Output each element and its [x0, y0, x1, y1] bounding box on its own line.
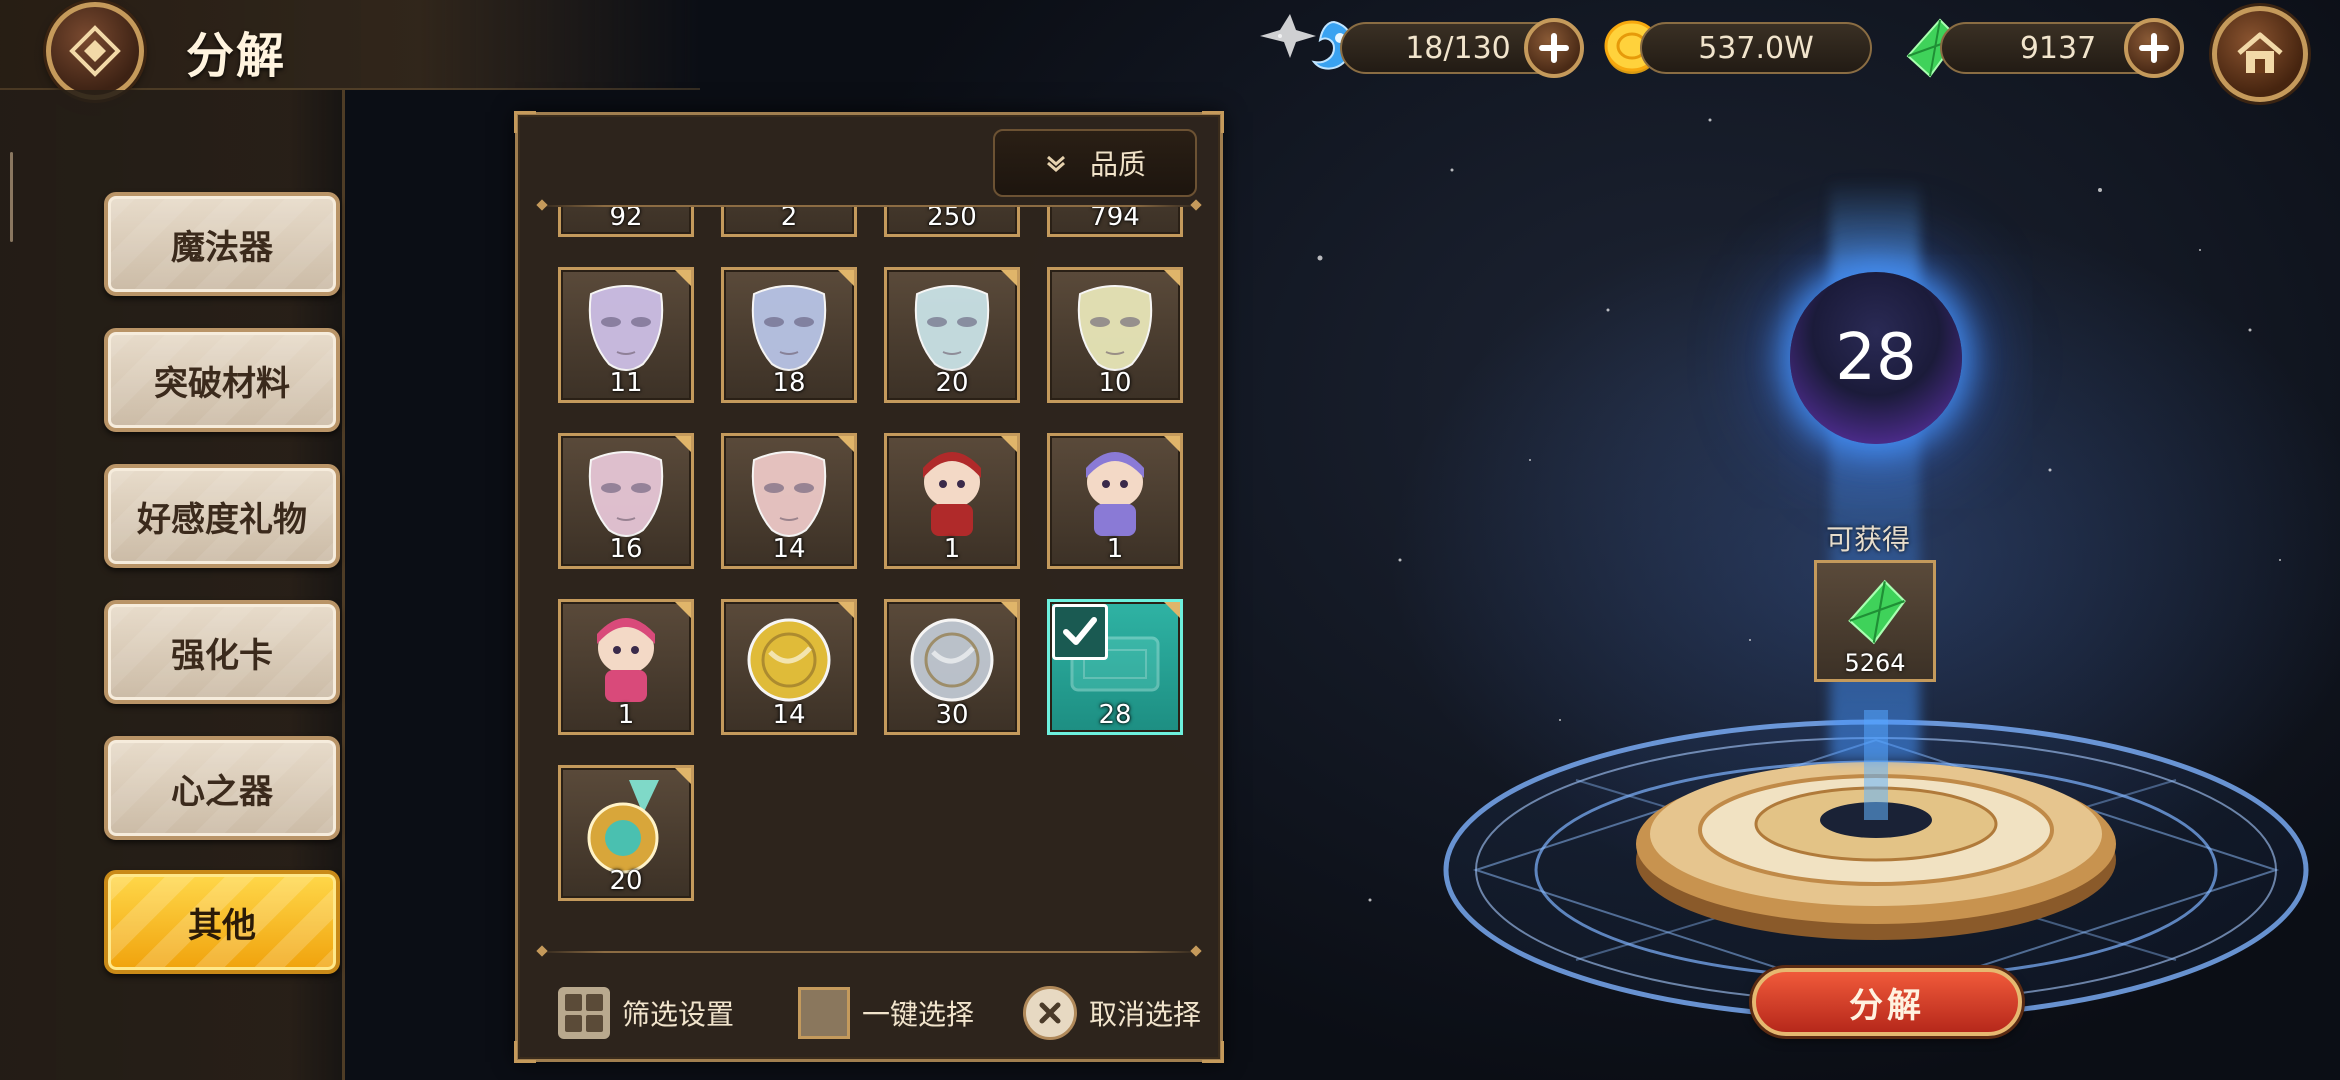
item-count: 20 [935, 368, 969, 398]
category-tab-affection-gifts[interactable]: 好感度礼物 [104, 464, 340, 568]
decompose-button[interactable]: 分解 [1752, 968, 2022, 1036]
panel-corner [1202, 111, 1224, 133]
plus-icon [2139, 33, 2169, 63]
crystal-value: 9137 [2019, 30, 2097, 66]
category-tab-breakthrough-materials[interactable]: 突破材料 [104, 328, 340, 432]
item-count: 794 [1090, 207, 1140, 232]
inventory-item-slot[interactable]: 28 [1047, 599, 1183, 735]
item-grid[interactable]: 92 2 250 794 11 18 20 10 16 14 1 1 1 14 30 28 20 [518, 207, 1220, 1027]
cancel-selection-label: 取消选择 [1089, 998, 1202, 1031]
plus-icon [1539, 33, 1569, 63]
inventory-item-slot[interactable]: 14 [721, 599, 857, 735]
orb-value: 28 [1835, 321, 1917, 395]
obtainable-label: 可获得 [1826, 523, 1911, 556]
cyan-mask-icon [914, 285, 990, 371]
cancel-selection-button[interactable]: 取消选择 [1023, 985, 1201, 1041]
category-tab-heart-tools[interactable]: 心之器 [104, 736, 340, 840]
selected-count-orb: 28 [1790, 272, 1962, 444]
category-label: 心之器 [171, 771, 273, 812]
item-count: 1 [1106, 534, 1124, 564]
inventory-panel: 品质 92 2 250 794 11 18 20 10 16 14 1 1 1 14 30 28 20 … [514, 111, 1224, 1063]
item-count: 11 [609, 368, 643, 398]
inventory-item-slot[interactable]: 1 [1047, 433, 1183, 569]
inventory-item-slot[interactable]: 1 [884, 433, 1020, 569]
item-count: 14 [772, 534, 806, 564]
item-count: 28 [1098, 700, 1132, 730]
filter-settings-label: 筛选设置 [622, 998, 735, 1031]
inventory-item-slot[interactable]: 18 [721, 267, 857, 403]
checkbox-icon [798, 987, 850, 1039]
inventory-item-slot[interactable]: 10 [1047, 267, 1183, 403]
quality-filter-label: 品质 [1089, 148, 1146, 181]
blonde-chibi-figure-icon [597, 618, 655, 702]
pink-mask-icon [588, 451, 664, 537]
partial-item-slot[interactable]: 250 [884, 207, 1020, 237]
inventory-item-slot[interactable]: 30 [884, 599, 1020, 735]
item-count: 16 [609, 534, 643, 564]
category-tab-magic-tools[interactable]: 魔法器 [104, 192, 340, 296]
item-count: 20 [609, 866, 643, 896]
item-count: 1 [943, 534, 961, 564]
blue-mask-icon [751, 285, 827, 371]
gold-coin-token-icon [747, 618, 831, 702]
page-title: 分解 [186, 28, 287, 84]
gold-value: 537.0W [1698, 30, 1814, 66]
category-label: 突破材料 [154, 363, 290, 404]
select-all-label: 一键选择 [862, 998, 975, 1031]
inventory-item-slot[interactable]: 20 [558, 765, 694, 901]
witch-chibi-figure-icon [923, 452, 981, 536]
partial-item-slot[interactable]: 794 [1047, 207, 1183, 237]
inventory-item-slot[interactable]: 11 [558, 267, 694, 403]
panel-corner [514, 111, 536, 133]
home-button[interactable] [2212, 6, 2308, 102]
category-tab-other[interactable]: 其他 [104, 870, 340, 974]
inventory-item-slot[interactable]: 14 [721, 433, 857, 569]
category-label: 强化卡 [171, 635, 273, 676]
select-all-button[interactable]: 一键选择 [798, 985, 974, 1041]
category-label: 其他 [188, 905, 256, 946]
add-stamina-button[interactable] [1524, 18, 1584, 78]
panel-divider-bottom [538, 951, 1200, 953]
item-count: 92 [609, 207, 643, 232]
add-crystal-button[interactable] [2124, 18, 2184, 78]
rose-mask-icon [751, 451, 827, 537]
lavender-mask-icon [588, 285, 664, 371]
grid-settings-icon [558, 987, 610, 1039]
category-tab-enhance-cards[interactable]: 强化卡 [104, 600, 340, 704]
close-icon [1023, 986, 1077, 1040]
green-crystal-icon [1848, 579, 1906, 645]
reward-count: 5264 [1844, 649, 1906, 677]
silver-hair-chibi-figure-icon [1086, 452, 1144, 536]
inventory-item-slot[interactable]: 16 [558, 433, 694, 569]
item-count: 10 [1098, 368, 1132, 398]
menu-button[interactable] [46, 2, 144, 100]
sidebar-scrollbar[interactable] [10, 152, 13, 242]
item-count: 18 [772, 368, 806, 398]
gold-counter: 537.0W [1640, 22, 1872, 74]
diamond-menu-icon [69, 25, 121, 77]
item-count: 1 [617, 700, 635, 730]
item-count: 2 [780, 207, 798, 232]
inventory-item-slot[interactable]: 20 [884, 267, 1020, 403]
category-label: 魔法器 [171, 227, 273, 268]
category-label: 好感度礼物 [137, 499, 307, 540]
selection-actions: 筛选设置 一键选择 取消选择 [518, 971, 1220, 1061]
filter-settings-button[interactable]: 筛选设置 [558, 985, 734, 1041]
item-count: 250 [927, 207, 977, 232]
reward-slot[interactable]: 5264 [1814, 560, 1936, 682]
stamina-value: 18/130 [1405, 30, 1511, 66]
item-count: 30 [935, 700, 969, 730]
decompose-label: 分解 [1849, 985, 1925, 1026]
gold-mask-icon [1077, 285, 1153, 371]
gold-medal-icon [587, 780, 659, 874]
silver-coin-token-icon [910, 618, 994, 702]
partial-item-slot[interactable]: 2 [721, 207, 857, 237]
quality-filter-dropdown[interactable]: 品质 [993, 129, 1197, 197]
inventory-item-slot[interactable]: 1 [558, 599, 694, 735]
checkmark-icon [1052, 604, 1108, 660]
home-icon [2237, 32, 2283, 73]
chevron-down-icon [1046, 155, 1065, 172]
item-count: 14 [772, 700, 806, 730]
partial-item-slot[interactable]: 92 [558, 207, 694, 237]
